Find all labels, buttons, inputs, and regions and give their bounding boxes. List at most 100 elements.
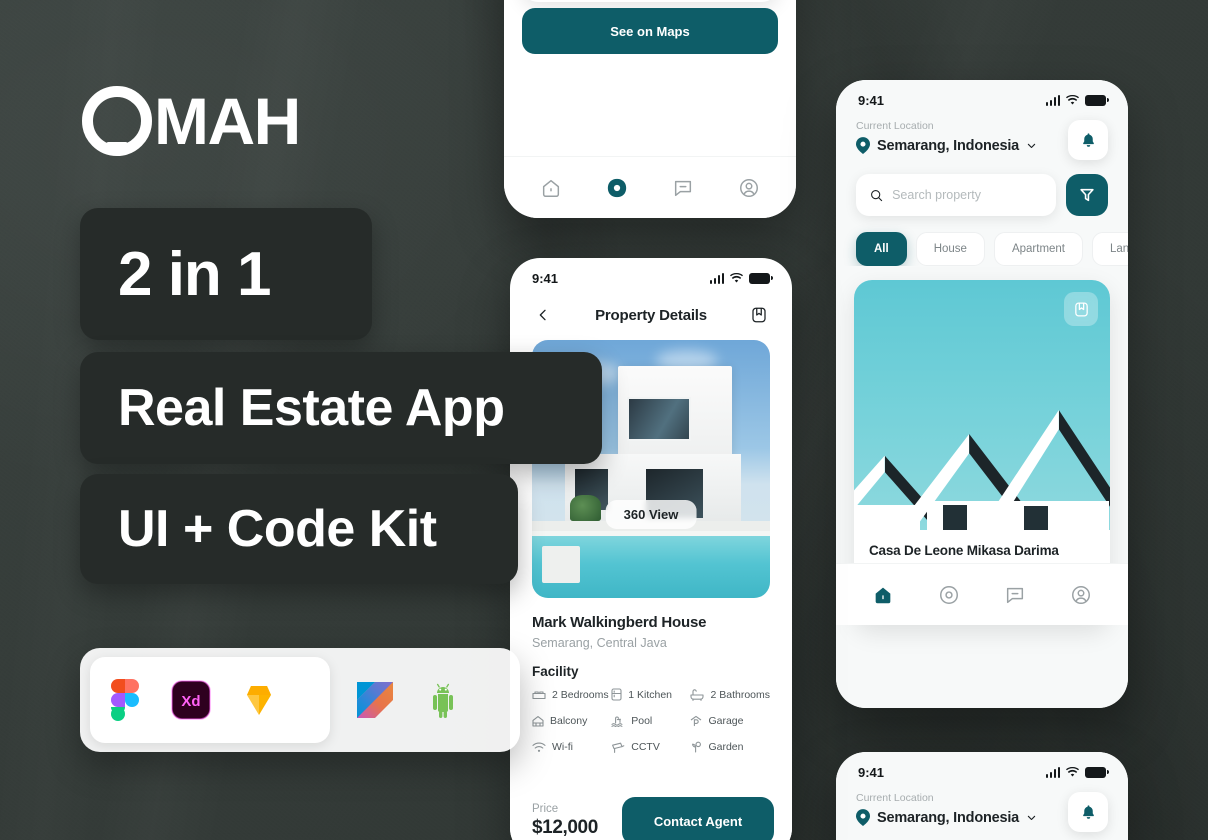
- category-chip-row[interactable]: All House Apartment Land C: [836, 216, 1128, 266]
- bookmark-button[interactable]: [1064, 292, 1098, 326]
- notifications-button[interactable]: [1068, 792, 1108, 832]
- battery-icon: [1085, 94, 1109, 106]
- bed-icon: [532, 691, 546, 700]
- svg-text:Xd: Xd: [181, 693, 200, 710]
- chip-all[interactable]: All: [856, 232, 907, 266]
- search-box[interactable]: [856, 174, 1056, 216]
- status-bar: 9:41: [510, 258, 792, 292]
- location-value: Semarang, Indonesia: [877, 809, 1020, 826]
- bookmark-button[interactable]: [746, 302, 772, 328]
- location-selector[interactable]: Semarang, Indonesia: [856, 137, 1037, 154]
- chat-icon: [674, 180, 692, 196]
- location-value: Semarang, Indonesia: [877, 137, 1020, 154]
- wifi-icon: [1065, 766, 1080, 777]
- bathtub-icon: [690, 688, 705, 701]
- chevron-down-icon: [1027, 815, 1036, 821]
- status-bar: 9:41: [836, 80, 1128, 114]
- facility-item-cctv: CCTV: [611, 741, 688, 753]
- facility-item-balcony: Balcony: [532, 715, 609, 727]
- notifications-button[interactable]: [1068, 120, 1108, 160]
- property-title: Mark Walkingberd House: [532, 614, 707, 631]
- tab-home[interactable]: [866, 578, 900, 612]
- sketch-icon[interactable]: [236, 677, 282, 723]
- tab-chat[interactable]: [998, 578, 1032, 612]
- phone-property-details-screen: 9:41 Property Details 360 View Mark Walk…: [510, 258, 792, 840]
- android-icon[interactable]: [420, 677, 466, 723]
- home-icon: [542, 179, 560, 197]
- wifi-icon: [729, 272, 744, 283]
- facility-item-wifi: Wi-fi: [532, 741, 609, 753]
- omah-circle-logo-icon: [82, 86, 152, 156]
- promo-column: MAH 2 in 1 Real Estate App UI + Code Kit: [0, 0, 602, 840]
- location-pin-icon: [856, 809, 870, 826]
- map-property-card[interactable]: Jl. Pemuda No. 63A, Jaka... 1 Bedrooms 7…: [522, 0, 778, 2]
- page-title: Property Details: [595, 306, 707, 324]
- price-label: Price: [532, 803, 559, 815]
- location-pin-icon: [856, 137, 870, 154]
- chip-apartment[interactable]: Apartment: [993, 232, 1084, 266]
- filter-button[interactable]: [1066, 174, 1108, 216]
- bell-icon: [1082, 132, 1094, 147]
- bookmark-icon: [1074, 301, 1088, 317]
- tab-profile[interactable]: [732, 171, 766, 205]
- current-location-label: Current Location: [856, 792, 934, 804]
- price-value: $12,000: [532, 817, 598, 838]
- tools-panel: Xd: [80, 648, 520, 752]
- profile-icon: [1072, 585, 1090, 604]
- garden-icon: [692, 741, 702, 753]
- facility-grid: 2 Bedrooms 1 Kitchen 2 Bathrooms Balcony: [532, 688, 770, 753]
- view-360-badge[interactable]: 360 View: [605, 499, 697, 529]
- brand-logo: MAH: [82, 84, 301, 158]
- phone-maps-screen: Jl. Pemuda No. 63A, Jaka... 1 Bedrooms 7…: [504, 0, 796, 218]
- signal-bars-icon: [1045, 766, 1060, 778]
- battery-icon: [749, 272, 773, 284]
- kitchen-icon: [611, 688, 622, 701]
- cctv-icon: [612, 742, 625, 753]
- tab-explore[interactable]: [600, 171, 634, 205]
- property-card-title: Casa De Leone Mikasa Darima: [869, 543, 1059, 558]
- home-icon: [875, 587, 891, 603]
- back-button[interactable]: [530, 302, 556, 328]
- status-time: 9:41: [858, 764, 885, 780]
- promo-badge-label: 2 in 1: [118, 239, 272, 309]
- pool-icon: [611, 716, 623, 727]
- profile-icon: [740, 178, 758, 197]
- adobe-xd-icon[interactable]: Xd: [168, 677, 214, 723]
- explore-icon: [607, 178, 627, 197]
- promo-badge-label: Real Estate App: [118, 379, 505, 437]
- tab-profile[interactable]: [1064, 578, 1098, 612]
- facility-item-bedrooms: 2 Bedrooms: [532, 688, 609, 701]
- bottom-tab-bar: [836, 563, 1128, 625]
- contact-agent-button[interactable]: Contact Agent: [622, 797, 774, 840]
- search-input[interactable]: [892, 188, 1042, 202]
- brand-logo-text: MAH: [154, 84, 301, 158]
- status-time: 9:41: [532, 270, 559, 286]
- facility-item-garage: Garage: [690, 715, 770, 727]
- search-icon: [871, 189, 883, 201]
- status-time: 9:41: [858, 92, 885, 108]
- search-row: [836, 160, 1128, 216]
- tab-chat[interactable]: [666, 171, 700, 205]
- tab-home[interactable]: [534, 171, 568, 205]
- location-header: Current Location Semarang, Indonesia: [836, 786, 1128, 832]
- signal-bars-icon: [709, 272, 724, 284]
- kotlin-icon[interactable]: [352, 677, 398, 723]
- chip-house[interactable]: House: [915, 232, 985, 266]
- facility-heading: Facility: [532, 664, 579, 679]
- garage-icon: [691, 715, 702, 727]
- facility-item-bathrooms: 2 Bathrooms: [690, 688, 770, 701]
- figma-icon[interactable]: [102, 677, 148, 723]
- filter-icon: [1080, 188, 1094, 202]
- property-location: Semarang, Central Java: [532, 636, 667, 650]
- chevron-left-icon: [539, 309, 546, 321]
- facility-item-garden: Garden: [690, 741, 770, 753]
- location-selector[interactable]: Semarang, Indonesia: [856, 809, 1037, 826]
- wifi-icon: [532, 742, 546, 752]
- promo-badge-label: UI + Code Kit: [118, 500, 437, 558]
- see-on-maps-button[interactable]: See on Maps: [522, 8, 778, 54]
- location-header: Current Location Semarang, Indonesia: [836, 114, 1128, 160]
- chip-land[interactable]: Land: [1092, 232, 1128, 266]
- explore-icon: [940, 585, 958, 604]
- tab-explore[interactable]: [932, 578, 966, 612]
- phone-home-screen: 9:41 Current Location Semarang, Indonesi…: [836, 80, 1128, 708]
